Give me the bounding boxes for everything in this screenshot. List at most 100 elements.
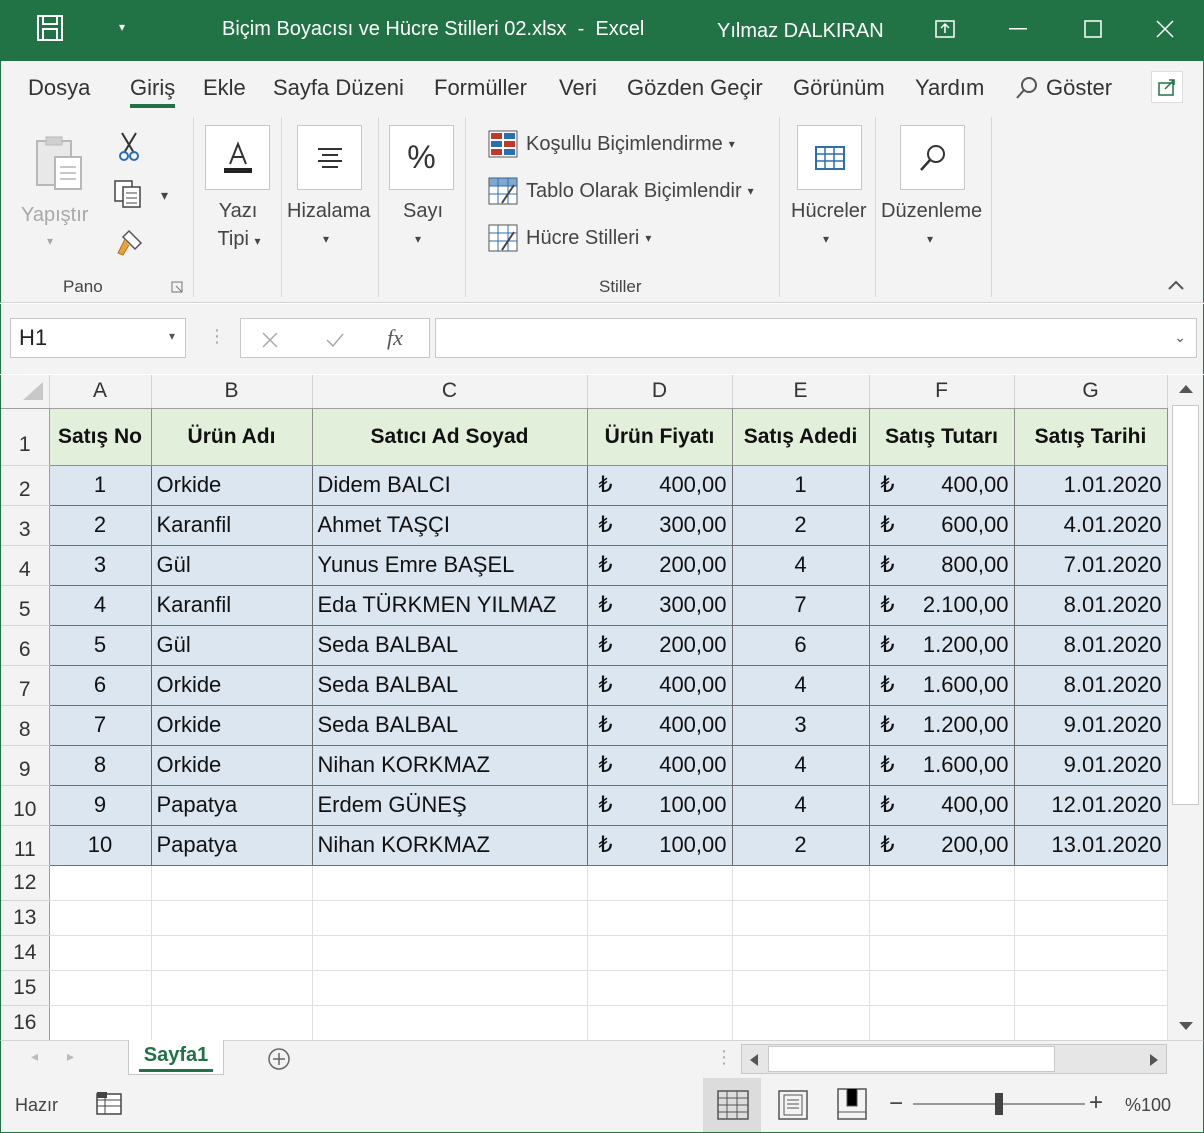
tab-splitter-icon[interactable]: ⋮ bbox=[715, 1047, 733, 1068]
paste-icon[interactable] bbox=[33, 135, 85, 193]
cancel-icon[interactable] bbox=[261, 331, 279, 349]
maximize-icon[interactable] bbox=[1078, 14, 1108, 44]
prev-sheet-icon[interactable]: ◂ bbox=[31, 1048, 38, 1065]
cell-urun-fiyati[interactable]: ₺ 400,00 bbox=[586, 744, 733, 786]
row-header[interactable]: 9 bbox=[1, 745, 50, 786]
copy-dropdown-icon[interactable]: ▾ bbox=[161, 181, 168, 209]
worksheet-grid[interactable]: A B C D E F G 1 Satış No Ürün Adı Satıcı… bbox=[0, 375, 1168, 1040]
empty-cell[interactable] bbox=[1014, 865, 1168, 901]
cell-satis-adedi[interactable]: 7 bbox=[731, 584, 870, 626]
empty-cell[interactable] bbox=[312, 865, 588, 901]
cell-satis-no[interactable]: 6 bbox=[48, 664, 152, 706]
row-header[interactable]: 7 bbox=[1, 665, 50, 706]
column-header-c[interactable]: C bbox=[312, 375, 588, 409]
cell-satis-adedi[interactable]: 4 bbox=[731, 784, 870, 826]
cell-urun-fiyati[interactable]: ₺ 300,00 bbox=[586, 584, 733, 626]
cell-satici[interactable]: Nihan KORKMAZ bbox=[311, 744, 588, 786]
page-layout-view-icon[interactable] bbox=[778, 1090, 808, 1120]
cell-satis-tarihi[interactable]: 9.01.2020 bbox=[1013, 704, 1168, 746]
header-cell-urun-adi[interactable]: Ürün Adı bbox=[150, 407, 313, 466]
cell-urun-fiyati[interactable]: ₺ 100,00 bbox=[586, 824, 733, 866]
cell-styles-button[interactable]: Hücre Stilleri ▾ bbox=[488, 223, 651, 253]
cell-satis-no[interactable]: 2 bbox=[48, 504, 152, 546]
empty-cell[interactable] bbox=[1014, 970, 1168, 1006]
cell-satis-tarihi[interactable]: 9.01.2020 bbox=[1013, 744, 1168, 786]
empty-cell[interactable] bbox=[1014, 935, 1168, 971]
empty-cell[interactable] bbox=[151, 935, 313, 971]
empty-cell[interactable] bbox=[732, 865, 870, 901]
add-sheet-icon[interactable] bbox=[267, 1047, 291, 1071]
cell-satis-tarihi[interactable]: 8.01.2020 bbox=[1013, 624, 1168, 666]
cell-urun-fiyati[interactable]: ₺ 400,00 bbox=[586, 464, 733, 506]
empty-cell[interactable] bbox=[587, 935, 733, 971]
zoom-in-button[interactable]: + bbox=[1089, 1089, 1103, 1117]
cell-satis-no[interactable]: 3 bbox=[48, 544, 152, 586]
row-header[interactable]: 14 bbox=[1, 935, 50, 971]
zoom-slider-thumb[interactable] bbox=[995, 1093, 1003, 1115]
row-header[interactable]: 1 bbox=[1, 408, 50, 466]
horizontal-scroll-thumb[interactable] bbox=[768, 1046, 1055, 1072]
format-as-table-button[interactable]: Tablo Olarak Biçimlendir ▾ bbox=[488, 176, 754, 206]
cell-satici[interactable]: Seda BALBAL bbox=[311, 704, 588, 746]
zoom-level[interactable]: %100 bbox=[1125, 1095, 1171, 1116]
cell-urun-fiyati[interactable]: ₺ 300,00 bbox=[586, 504, 733, 546]
cell-urun-adi[interactable]: Karanfil bbox=[150, 584, 313, 626]
cell-satis-tutari[interactable]: ₺ 200,00 bbox=[868, 824, 1015, 866]
row-header[interactable]: 10 bbox=[1, 785, 50, 826]
cells-button[interactable] bbox=[797, 125, 862, 190]
empty-cell[interactable] bbox=[587, 970, 733, 1006]
font-button[interactable] bbox=[205, 125, 270, 190]
sheet-tab-sayfa1[interactable]: Sayfa1 bbox=[128, 1040, 224, 1075]
cell-satis-tarihi[interactable]: 12.01.2020 bbox=[1013, 784, 1168, 826]
row-header[interactable]: 4 bbox=[1, 545, 50, 586]
cell-satis-no[interactable]: 4 bbox=[48, 584, 152, 626]
cell-satis-adedi[interactable]: 6 bbox=[731, 624, 870, 666]
empty-cell[interactable] bbox=[49, 970, 152, 1006]
empty-cell[interactable] bbox=[732, 970, 870, 1006]
zoom-out-button[interactable]: − bbox=[889, 1090, 903, 1118]
row-header[interactable]: 15 bbox=[1, 970, 50, 1006]
empty-cell[interactable] bbox=[312, 935, 588, 971]
cell-satis-tutari[interactable]: ₺ 600,00 bbox=[868, 504, 1015, 546]
cell-satis-tutari[interactable]: ₺ 1.600,00 bbox=[868, 664, 1015, 706]
tab-dosya[interactable]: Dosya bbox=[28, 75, 90, 101]
cell-satici[interactable]: Seda BALBAL bbox=[311, 664, 588, 706]
empty-cell[interactable] bbox=[587, 865, 733, 901]
alignment-dropdown-icon[interactable]: ▾ bbox=[323, 225, 329, 253]
cell-satis-tarihi[interactable]: 8.01.2020 bbox=[1013, 664, 1168, 706]
cell-urun-adi[interactable]: Orkide bbox=[150, 464, 313, 506]
normal-view-button[interactable] bbox=[703, 1078, 761, 1132]
cell-satis-no[interactable]: 8 bbox=[48, 744, 152, 786]
empty-cell[interactable] bbox=[151, 865, 313, 901]
column-header-b[interactable]: B bbox=[151, 375, 313, 409]
row-header[interactable]: 5 bbox=[1, 585, 50, 626]
minimize-icon[interactable] bbox=[1004, 14, 1034, 44]
vertical-scroll-thumb[interactable] bbox=[1172, 405, 1199, 805]
font-label-2[interactable]: Tipi ▾ bbox=[213, 225, 265, 255]
empty-cell[interactable] bbox=[312, 1005, 588, 1040]
column-header-f[interactable]: F bbox=[869, 375, 1015, 409]
cell-satis-tutari[interactable]: ₺ 1.200,00 bbox=[868, 704, 1015, 746]
share-icon[interactable] bbox=[1151, 71, 1183, 103]
cell-satis-no[interactable]: 10 bbox=[48, 824, 152, 866]
empty-cell[interactable] bbox=[587, 900, 733, 936]
enter-icon[interactable] bbox=[325, 331, 345, 349]
cell-satis-adedi[interactable]: 2 bbox=[731, 504, 870, 546]
empty-cell[interactable] bbox=[732, 1005, 870, 1040]
row-header[interactable]: 11 bbox=[1, 825, 50, 866]
collapse-ribbon-icon[interactable] bbox=[1167, 279, 1185, 291]
header-cell-satis-no[interactable]: Satış No bbox=[48, 407, 152, 466]
cell-urun-fiyati[interactable]: ₺ 400,00 bbox=[586, 664, 733, 706]
format-painter-icon[interactable] bbox=[115, 227, 145, 257]
cell-urun-fiyati[interactable]: ₺ 200,00 bbox=[586, 544, 733, 586]
empty-cell[interactable] bbox=[732, 900, 870, 936]
empty-cell[interactable] bbox=[312, 970, 588, 1006]
close-icon[interactable] bbox=[1150, 14, 1180, 44]
editing-button[interactable] bbox=[900, 125, 965, 190]
cell-satis-tarihi[interactable]: 8.01.2020 bbox=[1013, 584, 1168, 626]
cell-urun-adi[interactable]: Gül bbox=[150, 544, 313, 586]
cells-dropdown-icon[interactable]: ▾ bbox=[823, 225, 829, 253]
cell-satis-no[interactable]: 1 bbox=[48, 464, 152, 506]
cell-satis-no[interactable]: 5 bbox=[48, 624, 152, 666]
row-header[interactable]: 3 bbox=[1, 505, 50, 546]
